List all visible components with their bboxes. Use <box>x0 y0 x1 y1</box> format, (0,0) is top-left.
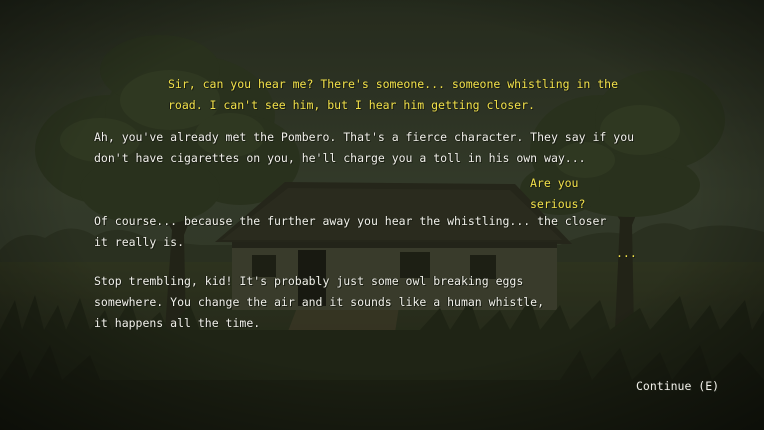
dialogue-line-player: Are you serious? <box>530 176 586 211</box>
dialogue-line-npc: Stop trembling, kid! It's probably just … <box>94 274 545 330</box>
dialogue-line-npc: Ah, you've already met the Pombero. That… <box>94 130 635 165</box>
continue-button[interactable]: Continue (E) <box>636 377 719 395</box>
dialogue-line-player: Sir, can you hear me? There's someone...… <box>168 77 619 112</box>
dialogue-line-npc: Of course... because the further away yo… <box>94 214 607 249</box>
dialogue-log: Sir, can you hear me? There's someone...… <box>0 0 764 430</box>
dialogue-line-player: ... <box>616 246 637 260</box>
